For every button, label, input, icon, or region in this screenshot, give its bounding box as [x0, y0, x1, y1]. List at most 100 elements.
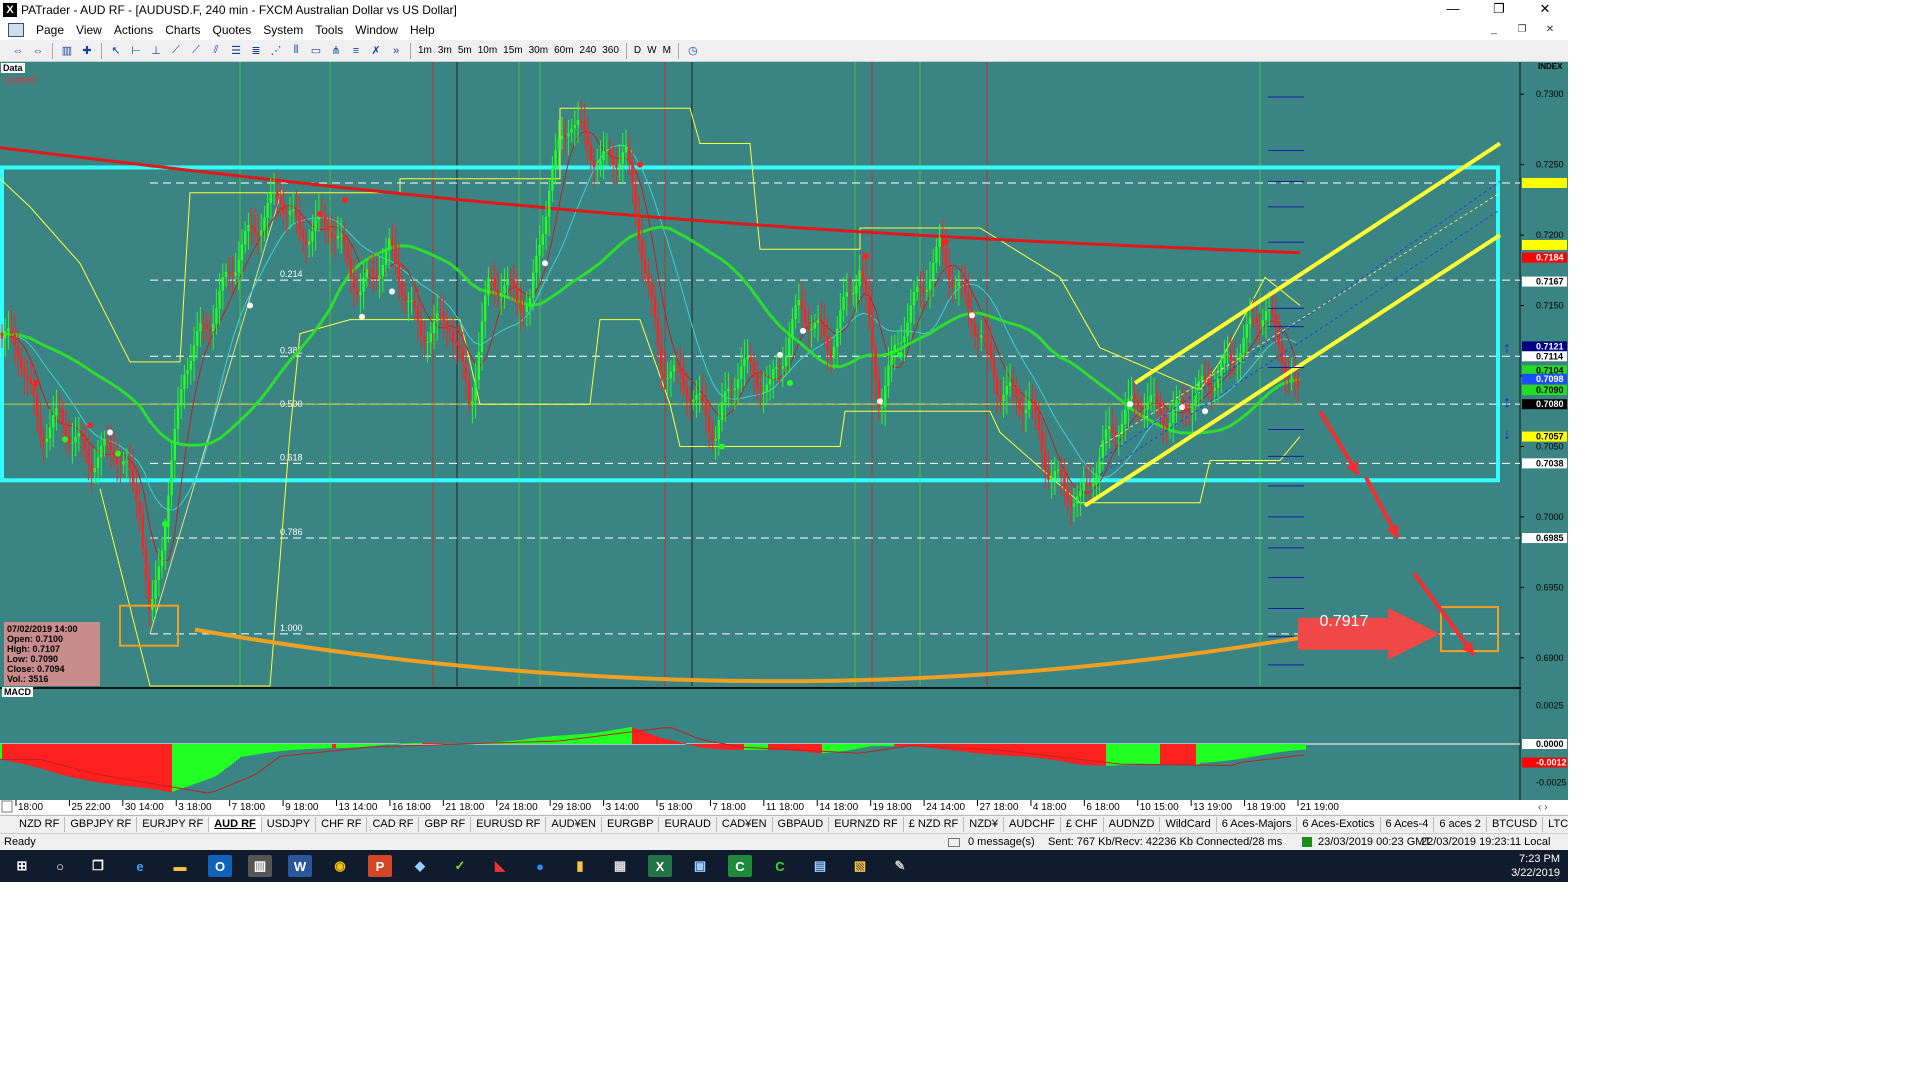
symbol-tab[interactable]: GBPJPY RF	[65, 816, 138, 832]
camtasia-icon[interactable]: C	[728, 855, 752, 877]
vertical-line-icon[interactable]: ⊥	[147, 43, 165, 59]
symbol-tab[interactable]: AUD¥EN	[546, 816, 602, 832]
symbol-tab[interactable]: AUD RF	[209, 816, 262, 832]
symbol-tab[interactable]: EURJPY RF	[137, 816, 210, 832]
period-weekly[interactable]: W	[644, 43, 659, 59]
symbol-tab[interactable]: AUDNZD	[1104, 816, 1161, 832]
symbol-tab[interactable]: AUDCHF	[1004, 816, 1061, 832]
zoom-app-icon[interactable]: ●	[528, 855, 552, 877]
period-daily[interactable]: D	[631, 43, 644, 59]
timeframe-60m[interactable]: 60m	[551, 43, 576, 59]
mdi-restore-button[interactable]: ❐	[1508, 20, 1536, 40]
settings-icon[interactable]: ✎	[888, 855, 912, 877]
symbol-tab[interactable]: 6 Aces-4	[1381, 816, 1435, 832]
timeframe-30m[interactable]: 30m	[526, 43, 551, 59]
image-viewer-icon[interactable]: ▤	[808, 855, 832, 877]
period-monthly[interactable]: M	[660, 43, 674, 59]
menu-actions[interactable]: Actions	[108, 23, 159, 37]
file-explorer-icon[interactable]: ▬	[168, 855, 192, 877]
status-messages[interactable]: 0 message(s)	[968, 836, 1035, 848]
symbol-tab[interactable]: NZD¥	[964, 816, 1004, 832]
symbol-tab[interactable]: GBPAUD	[773, 816, 830, 832]
gann-fan-icon[interactable]: ⋰	[267, 43, 285, 59]
menu-help[interactable]: Help	[404, 23, 441, 37]
task-view-icon[interactable]: ❐	[86, 855, 110, 877]
menu-view[interactable]: View	[70, 23, 108, 37]
chart-page-icon[interactable]	[8, 23, 24, 37]
menu-charts[interactable]: Charts	[159, 23, 206, 37]
text-tool-icon[interactable]: ≡	[347, 43, 365, 59]
chart-area[interactable]: 0.214 0.382 0.500 0.618 0.786 1.000 ↑ ↕ ↓ INDEX 0.…	[0, 62, 1568, 814]
notes-app-icon[interactable]: ◆	[408, 855, 432, 877]
clock-icon[interactable]: ◷	[684, 43, 702, 59]
menu-tools[interactable]: Tools	[309, 23, 349, 37]
zoom-out-icon[interactable]: ⇔	[29, 43, 47, 59]
trend-line-icon[interactable]: ⟋	[167, 43, 185, 59]
timeframe-240[interactable]: 240	[577, 43, 600, 59]
menu-quotes[interactable]: Quotes	[207, 23, 258, 37]
symbol-tab[interactable]: EURGBP	[602, 816, 660, 832]
symbol-tab[interactable]: CAD¥EN	[717, 816, 773, 832]
symbol-tab[interactable]: NZD RF	[14, 816, 66, 832]
timeframe-15m[interactable]: 15m	[500, 43, 525, 59]
pitchfork-icon[interactable]: ⋔	[327, 43, 345, 59]
crosshair-icon[interactable]: ✚	[78, 43, 96, 59]
powerpoint-icon[interactable]: P	[368, 855, 392, 877]
patrader-taskbar-icon[interactable]: ▥	[248, 855, 272, 877]
timeframe-3m[interactable]: 3m	[435, 43, 455, 59]
symbol-tab[interactable]: EURNZD RF	[829, 816, 904, 832]
channel-icon[interactable]: ⫽	[207, 43, 225, 59]
more-tools-icon[interactable]: »	[387, 43, 405, 59]
media-app-icon[interactable]: ◣	[488, 855, 512, 877]
chrome-icon[interactable]: ◉	[328, 855, 352, 877]
timeframe-10m[interactable]: 10m	[475, 43, 500, 59]
timeframe-1m[interactable]: 1m	[415, 43, 435, 59]
windows-start-icon[interactable]: ⊞	[10, 855, 34, 877]
horizontal-line-icon[interactable]: ⊢	[127, 43, 145, 59]
mdi-minimize-button[interactable]: _	[1480, 20, 1508, 40]
delete-drawing-icon[interactable]: ✗	[367, 43, 385, 59]
symbol-tab[interactable]: WildCard	[1160, 816, 1217, 832]
ray-line-icon[interactable]: ⟋	[187, 43, 205, 59]
symbol-tab[interactable]: GBP RF	[419, 816, 472, 832]
timeframe-360[interactable]: 360	[599, 43, 622, 59]
folder-icon[interactable]: ▮	[568, 855, 592, 877]
symbol-tab[interactable]: USDJPY	[262, 816, 317, 832]
rectangle-icon[interactable]: ▭	[307, 43, 325, 59]
snipping-tool-icon[interactable]: ▣	[688, 855, 712, 877]
camtasia-recorder-icon[interactable]: C	[768, 855, 792, 877]
symbol-tab[interactable]: CHF RF	[316, 816, 368, 832]
cortana-search-icon[interactable]: ○	[48, 855, 72, 877]
trading-app-icon[interactable]: ✓	[448, 855, 472, 877]
price-chart[interactable]: 0.2140.3820.5000.6180.7861.000↑↕↓INDEX0.…	[0, 62, 1568, 814]
symbol-tab[interactable]: CAD RF	[367, 816, 420, 832]
cycle-lines-icon[interactable]: ⦀	[287, 43, 305, 59]
excel-icon[interactable]: X	[648, 855, 672, 877]
symbol-tab[interactable]: BTCUSD	[1487, 816, 1544, 832]
timeframe-5m[interactable]: 5m	[455, 43, 475, 59]
symbol-tab[interactable]: EURUSD RF	[471, 816, 547, 832]
paint-icon[interactable]: ▧	[848, 855, 872, 877]
symbol-tab[interactable]: 6 aces 2	[1434, 816, 1487, 832]
restore-button[interactable]: ❐	[1476, 0, 1522, 20]
menu-system[interactable]: System	[257, 23, 309, 37]
symbol-tab[interactable]: 6 Aces-Exotics	[1297, 816, 1381, 832]
symbol-tab[interactable]: £ NZD RF	[904, 816, 965, 832]
symbol-tab[interactable]: 6 Aces-Majors	[1217, 816, 1298, 832]
symbol-tab[interactable]: LTCUSD	[1543, 817, 1568, 832]
pointer-icon[interactable]: ↖	[107, 43, 125, 59]
symbol-tab[interactable]: £ CHF	[1061, 816, 1104, 832]
minimize-button[interactable]: —	[1430, 0, 1476, 20]
mdi-close-button[interactable]: ✕	[1536, 20, 1564, 40]
chart-type-icon[interactable]: ▥	[58, 43, 76, 59]
fib-extension-icon[interactable]: ≣	[247, 43, 265, 59]
menu-page[interactable]: Page	[30, 23, 70, 37]
zoom-in-icon[interactable]: ⇔	[9, 43, 27, 59]
word-icon[interactable]: W	[288, 855, 312, 877]
calculator-icon[interactable]: ▦	[608, 855, 632, 877]
menu-window[interactable]: Window	[349, 23, 404, 37]
fibonacci-icon[interactable]: ☰	[227, 43, 245, 59]
outlook-icon[interactable]: O	[208, 855, 232, 877]
edge-browser-icon[interactable]: e	[128, 855, 152, 877]
taskbar-clock[interactable]: 7:23 PM 3/22/2019	[1511, 852, 1560, 880]
